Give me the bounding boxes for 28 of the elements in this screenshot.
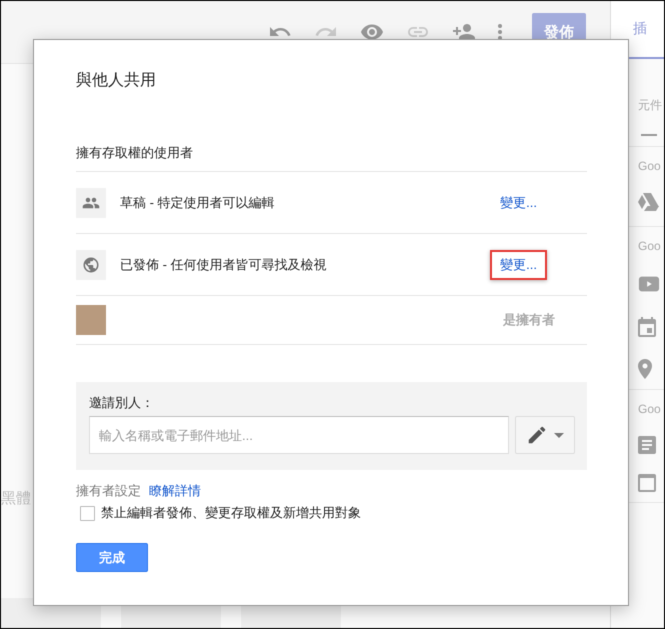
role-label: 是擁有者	[503, 311, 555, 329]
learn-more-link[interactable]: 瞭解詳情	[149, 482, 201, 500]
invite-label: 邀請別人：	[89, 394, 155, 412]
section-heading: Goo	[638, 402, 662, 416]
change-link[interactable]: 變更...	[490, 250, 547, 280]
globe-glyph-icon	[82, 256, 100, 274]
access-label: 已發佈 - 任何使用者皆可尋找及檢視	[120, 256, 328, 274]
pencil-icon	[526, 424, 548, 446]
access-label: 草稿 - 特定使用者可以編輯	[120, 194, 276, 212]
section-heading: Goo	[638, 239, 662, 253]
dialog-title: 與他人共用	[76, 70, 157, 91]
checkbox[interactable]	[80, 506, 95, 520]
triangle-icon	[638, 193, 659, 211]
owner-settings-label: 擁有者設定	[76, 482, 141, 500]
invite-input-field[interactable]: 輸入名稱或電子郵件地址...	[89, 416, 509, 454]
change-link[interactable]: 變更...	[490, 188, 547, 218]
section-heading: 元件	[638, 97, 663, 114]
section-heading: 擁有存取權的使用者	[76, 144, 587, 172]
permission-dropdown[interactable]	[515, 416, 575, 454]
avatar-photo-placeholder	[76, 305, 106, 335]
calendar-icon	[638, 317, 656, 337]
section-heading: Goo	[638, 159, 662, 173]
pin-icon	[638, 359, 652, 379]
document-icon	[638, 436, 656, 454]
canvas-text: 黑體	[1, 489, 31, 508]
window-icon	[638, 474, 656, 492]
checkbox-label: 禁止編輯者發佈、變更存取權及新增共用對象	[101, 504, 361, 522]
caret-icon	[554, 432, 564, 438]
